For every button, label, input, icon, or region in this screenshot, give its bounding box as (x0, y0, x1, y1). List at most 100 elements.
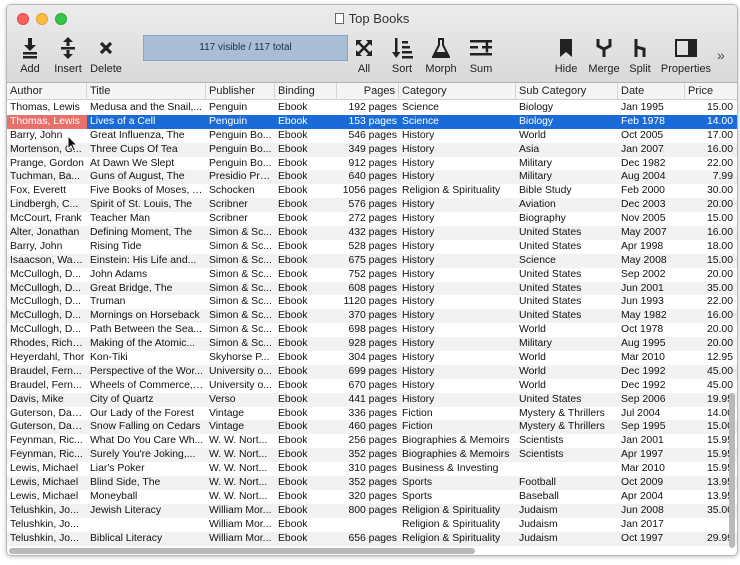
cell-pages[interactable]: 336 pages (337, 407, 399, 421)
cell-publisher[interactable]: Scribner (206, 198, 275, 212)
table-row[interactable]: Barry, John Rising Tide Simon & Sc... Ebook… (7, 240, 737, 254)
cell-binding[interactable]: Ebook (275, 143, 337, 157)
cell-price[interactable]: 35.00 (685, 282, 735, 296)
cell-price[interactable]: 45.00 (685, 379, 735, 393)
table-row[interactable]: Thomas, Lewis Medusa and the Snail,... Pen… (7, 101, 737, 115)
cell-publisher[interactable]: Vintage (206, 420, 275, 434)
sum-button[interactable]: Sum (465, 35, 497, 75)
cell-title[interactable]: Wheels of Commerce, The (87, 379, 206, 393)
cell-pages[interactable]: 656 pages (337, 532, 399, 546)
cell-publisher[interactable]: W. W. Nort... (206, 448, 275, 462)
cell-title[interactable]: Making of the Atomic... (87, 337, 206, 351)
cell-sub[interactable]: World (516, 323, 618, 337)
cell-price[interactable]: 13.95 (685, 476, 735, 490)
table-row[interactable]: Lindbergh, C... Spirit of St. Louis, The S… (7, 198, 737, 213)
cell-pages[interactable]: 546 pages (337, 129, 399, 143)
cell-publisher[interactable]: Verso (206, 393, 275, 407)
cell-binding[interactable]: Ebook (275, 184, 337, 198)
cell-category[interactable]: History (399, 157, 516, 171)
cell-author[interactable]: Telushkin, Jo... (7, 518, 87, 532)
cell-pages[interactable]: 460 pages (337, 420, 399, 434)
cell-date[interactable]: Mar 2010 (618, 351, 685, 365)
cell-date[interactable]: Jun 2001 (618, 282, 685, 296)
cell-title[interactable]: Medusa and the Snail,... (87, 101, 206, 115)
cell-category[interactable]: History (399, 170, 516, 184)
cell-pages[interactable]: 675 pages (337, 254, 399, 268)
cell-author[interactable]: Lewis, Michael (7, 462, 87, 476)
cell-category[interactable]: Sports (399, 476, 516, 490)
cell-date[interactable]: Feb 1978 (618, 115, 685, 129)
cell-date[interactable]: Oct 2009 (618, 476, 685, 490)
cell-price[interactable]: 45.00 (685, 365, 735, 379)
cell-pages[interactable]: 800 pages (337, 504, 399, 518)
cell-author[interactable]: Thomas, Lewis (7, 114, 87, 129)
toolbar-overflow-button[interactable]: » (717, 47, 725, 63)
cell-category[interactable]: History (399, 129, 516, 143)
cell-title[interactable]: Einstein: His Life and... (87, 254, 206, 268)
cell-binding[interactable]: Ebook (275, 268, 337, 282)
cell-price[interactable]: 16.00 (685, 309, 735, 323)
cell-sub[interactable]: Mystery & Thrillers (516, 420, 618, 434)
cell-date[interactable]: Jan 2017 (618, 518, 685, 532)
cell-author[interactable]: Braudel, Fern... (7, 365, 87, 379)
cell-pages[interactable]: 1056 pages (337, 184, 399, 198)
cell-category[interactable]: History (399, 351, 516, 365)
cell-date[interactable]: Jun 1993 (618, 295, 685, 309)
cell-author[interactable]: McCullogh, D... (7, 323, 87, 337)
cell-price[interactable]: 7.99 (685, 170, 735, 184)
cell-pages[interactable]: 608 pages (337, 282, 399, 296)
cell-sub[interactable]: Judaism (516, 518, 618, 532)
cell-price[interactable]: 29.99 (685, 532, 735, 546)
cell-publisher[interactable]: Simon & Sc... (206, 295, 275, 309)
cell-pages[interactable]: 432 pages (337, 226, 399, 240)
cell-author[interactable]: Thomas, Lewis (7, 101, 87, 115)
table-row[interactable]: Telushkin, Jo... Jewish Literacy William M… (7, 503, 737, 518)
cell-date[interactable]: Oct 2005 (618, 129, 685, 143)
cell-pages[interactable]: 528 pages (337, 240, 399, 254)
cell-date[interactable]: May 1982 (618, 309, 685, 323)
cell-price[interactable]: 14.00 (685, 407, 735, 421)
cell-price[interactable]: 20.00 (685, 268, 735, 282)
cell-title[interactable]: Guns of August, The (87, 170, 206, 184)
cell-title[interactable]: Snow Falling on Cedars (87, 420, 206, 434)
hide-button[interactable]: Hide (551, 35, 581, 75)
cell-pages[interactable]: 441 pages (337, 393, 399, 407)
cell-sub[interactable]: Military (516, 337, 618, 351)
cell-binding[interactable]: Ebook (275, 518, 337, 532)
cell-title[interactable]: Path Between the Sea... (87, 323, 206, 337)
cell-sub[interactable]: Bible Study (516, 184, 618, 198)
cell-binding[interactable]: Ebook (275, 407, 337, 421)
cell-sub[interactable]: Scientists (516, 448, 618, 462)
cell-price[interactable]: 15.00 (685, 420, 735, 434)
cell-price[interactable]: 35.00 (685, 504, 735, 518)
cell-author[interactable]: McCullogh, D... (7, 268, 87, 282)
cell-publisher[interactable]: Simon & Sc... (206, 268, 275, 282)
cell-price[interactable]: 14.00 (685, 115, 735, 129)
cell-title[interactable]: Spirit of St. Louis, The (87, 198, 206, 212)
cell-date[interactable]: Sep 1995 (618, 420, 685, 434)
vertical-scrollbar[interactable] (729, 393, 735, 548)
table-row[interactable]: Braudel, Fern... Perspective of the Wor..… (7, 364, 737, 379)
cell-date[interactable]: Apr 2004 (618, 490, 685, 504)
cell-binding[interactable]: Ebook (275, 337, 337, 351)
cell-title[interactable]: Teacher Man (87, 212, 206, 226)
cell-sub[interactable]: World (516, 365, 618, 379)
cell-title[interactable]: At Dawn We Slept (87, 157, 206, 171)
cell-publisher[interactable]: William Mor... (206, 518, 275, 532)
cell-binding[interactable]: Ebook (275, 212, 337, 226)
table-row[interactable]: McCullogh, D... Truman Simon & Sc... Ebook 1… (7, 295, 737, 309)
cell-pages[interactable]: 272 pages (337, 212, 399, 226)
cell-binding[interactable]: Ebook (275, 129, 337, 143)
cell-price[interactable]: 15.95 (685, 462, 735, 476)
cell-binding[interactable]: Ebook (275, 323, 337, 337)
cell-binding[interactable]: Ebook (275, 504, 337, 518)
cell-category[interactable]: Religion & Spirituality (399, 504, 516, 518)
column-header-category[interactable]: Category (399, 83, 516, 100)
cell-publisher[interactable]: Schocken (206, 184, 275, 198)
cell-category[interactable]: Biographies & Memoirs (399, 448, 516, 462)
table-row[interactable]: Isaacson, Walter Einstein: His Life and..… (7, 253, 737, 268)
cell-pages[interactable]: 752 pages (337, 268, 399, 282)
cell-binding[interactable]: Ebook (275, 379, 337, 393)
cell-sub[interactable]: United States (516, 309, 618, 323)
table-row[interactable]: Alter, Jonathan Defining Moment, The Simon… (7, 226, 737, 240)
